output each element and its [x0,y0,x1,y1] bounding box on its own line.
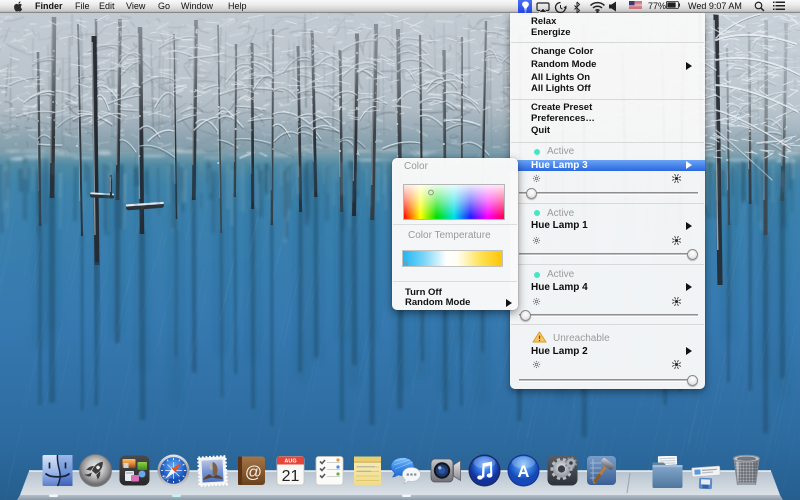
svg-text:21: 21 [281,468,299,485]
svg-text:AUG: AUG [284,459,296,465]
svg-text:@: @ [244,463,261,482]
svg-text:A: A [518,463,530,481]
